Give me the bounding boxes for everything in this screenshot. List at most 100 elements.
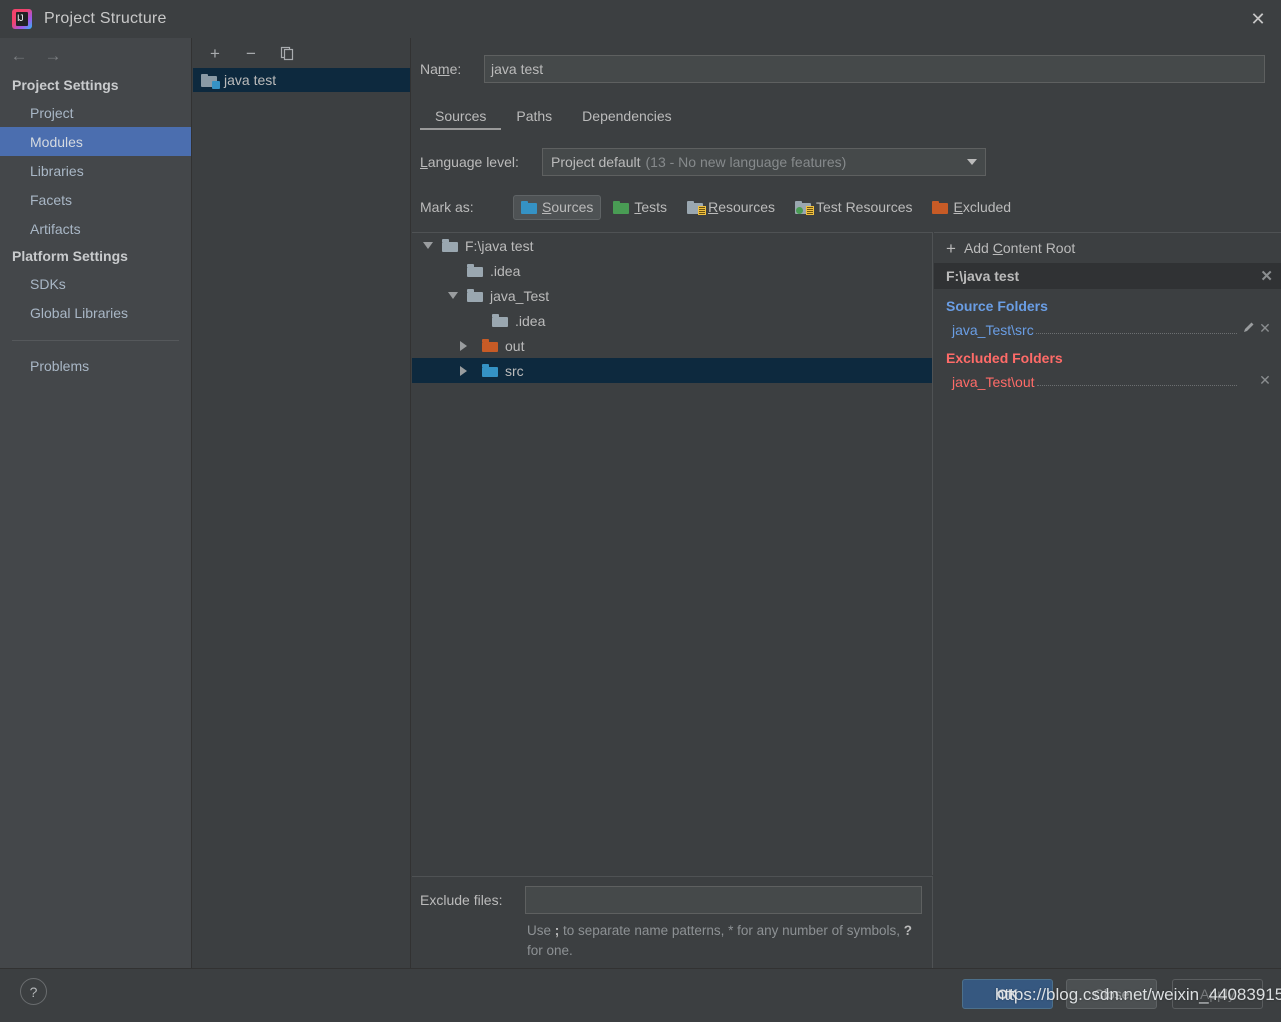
folder-resources-icon xyxy=(687,200,707,215)
plus-icon: + xyxy=(946,238,956,258)
tree-row-label: src xyxy=(505,362,524,379)
tab-dependencies[interactable]: Dependencies xyxy=(567,102,687,130)
folder-test-resources-icon xyxy=(795,200,814,215)
module-folder-icon xyxy=(201,73,220,89)
mark-as-tests-label: Tests xyxy=(634,199,668,215)
folder-tests-icon xyxy=(613,200,630,214)
pencil-icon[interactable] xyxy=(1241,321,1257,335)
sidebar-divider xyxy=(12,340,179,341)
module-name-label: Name: xyxy=(420,61,462,77)
close-icon[interactable]: ✕ xyxy=(1235,0,1281,38)
modules-list-panel: + − java test xyxy=(193,38,411,968)
module-name-row: Name: java test xyxy=(420,52,1265,86)
source-folders-title: Source Folders xyxy=(946,298,1048,314)
add-content-root-button[interactable]: + Add Content Root xyxy=(934,233,1281,263)
tree-row-label: out xyxy=(505,337,525,354)
folder-sources-icon xyxy=(521,200,537,214)
tree-row-label: .idea xyxy=(515,312,546,329)
content-root-tree[interactable]: F:\java test .idea java_Test .idea out s… xyxy=(412,232,933,875)
excluded-folder-path: java_Test\out xyxy=(952,374,1035,390)
mark-as-excluded-label: Excluded xyxy=(953,199,1012,215)
tree-row[interactable]: java_Test xyxy=(412,283,932,308)
mark-as-resources-button[interactable]: Resources xyxy=(679,195,783,220)
intellij-idea-icon: IJ xyxy=(12,9,32,29)
back-arrow-icon[interactable]: ← xyxy=(10,47,28,64)
modules-toolbar: + − xyxy=(193,38,410,68)
mark-as-excluded-button[interactable]: Excluded xyxy=(924,195,1019,220)
exclude-files-row: Exclude files: xyxy=(412,877,932,914)
folder-icon xyxy=(467,264,483,277)
copy-module-button[interactable] xyxy=(277,43,297,63)
language-level-select[interactable]: Project default (13 - No new language fe… xyxy=(542,148,986,176)
folder-excluded-icon xyxy=(932,200,949,214)
remove-content-root-icon[interactable]: ✕ xyxy=(1260,269,1273,284)
language-level-row: Language level: Project default (13 - No… xyxy=(420,148,1281,176)
folder-sources-icon xyxy=(482,364,498,377)
tree-row-label: .idea xyxy=(490,262,521,279)
chevron-down-icon[interactable] xyxy=(445,292,461,299)
sidebar-group-platform-settings: Platform Settings xyxy=(12,248,128,264)
list-item[interactable]: java test xyxy=(193,68,410,92)
settings-sidebar: ← → Project Settings Project Modules Lib… xyxy=(0,38,192,968)
mark-as-tests-button[interactable]: Tests xyxy=(605,195,675,220)
tab-sources[interactable]: Sources xyxy=(420,102,502,130)
sidebar-item-problems[interactable]: Problems xyxy=(0,351,191,380)
sidebar-item-sdks[interactable]: SDKs xyxy=(0,269,191,298)
sidebar-group-project-settings: Project Settings xyxy=(12,77,119,93)
remove-module-button[interactable]: − xyxy=(241,43,261,63)
sidebar-item-project[interactable]: Project xyxy=(0,98,191,127)
exclude-files-label: Exclude files: xyxy=(420,892,503,908)
tree-row-label: F:\java test xyxy=(465,237,534,254)
tree-row[interactable]: src xyxy=(412,358,932,383)
folder-icon xyxy=(442,239,458,252)
sidebar-item-facets[interactable]: Facets xyxy=(0,185,191,214)
mark-as-toolbar: Mark as: Sources Tests Resources Test Re… xyxy=(420,194,1281,220)
chevron-down-icon[interactable] xyxy=(420,242,436,249)
source-folder-path: java_Test\src xyxy=(952,322,1034,338)
mark-as-resources-label: Resources xyxy=(708,199,775,215)
content-root-header: F:\java test ✕ xyxy=(934,263,1281,289)
chevron-right-icon[interactable] xyxy=(455,340,471,351)
sidebar-item-modules[interactable]: Modules xyxy=(0,127,191,156)
remove-source-folder-icon[interactable]: ✕ xyxy=(1257,321,1273,335)
exclude-files-input[interactable] xyxy=(525,886,922,914)
tree-row[interactable]: F:\java test xyxy=(412,233,932,258)
sidebar-nav: ← → xyxy=(0,38,191,72)
chevron-right-icon[interactable] xyxy=(455,365,471,376)
mark-as-test-resources-label: Test Resources xyxy=(816,199,913,215)
tree-row[interactable]: .idea xyxy=(412,258,932,283)
list-item-label: java test xyxy=(224,72,277,88)
exclude-files-panel: Exclude files: Use ; to separate name pa… xyxy=(412,876,933,968)
content-roots-panel: + Add Content Root F:\java test ✕ Source… xyxy=(934,232,1281,968)
dotted-filler xyxy=(1035,333,1237,334)
help-button[interactable]: ? xyxy=(20,978,47,1005)
title-bar: IJ Project Structure ✕ xyxy=(0,0,1281,38)
mark-as-test-resources-button[interactable]: Test Resources xyxy=(787,195,920,220)
excluded-folder-row[interactable]: java_Test\out ✕ xyxy=(934,369,1281,393)
remove-excluded-folder-icon[interactable]: ✕ xyxy=(1257,373,1273,387)
add-content-root-label: Add Content Root xyxy=(963,240,1076,256)
source-folder-row[interactable]: java_Test\src ✕ xyxy=(934,317,1281,341)
folder-icon xyxy=(492,314,508,327)
tree-row[interactable]: .idea xyxy=(412,308,932,333)
excluded-folders-title: Excluded Folders xyxy=(946,350,1063,366)
mark-as-label: Mark as: xyxy=(420,199,474,215)
sidebar-item-global-libraries[interactable]: Global Libraries xyxy=(0,298,191,327)
tree-row[interactable]: out xyxy=(412,333,932,358)
chevron-down-icon xyxy=(967,159,977,165)
add-module-button[interactable]: + xyxy=(205,43,225,63)
dotted-filler xyxy=(1036,385,1237,386)
language-level-label: Language level: xyxy=(420,154,519,170)
mark-as-sources-button[interactable]: Sources xyxy=(513,194,602,220)
folder-icon xyxy=(467,289,483,302)
sidebar-item-libraries[interactable]: Libraries xyxy=(0,156,191,185)
window-title: Project Structure xyxy=(44,10,167,27)
details-tabs: Sources Paths Dependencies xyxy=(420,100,1281,130)
language-level-detail: (13 - No new language features) xyxy=(645,154,847,170)
language-level-value: Project default xyxy=(551,154,641,170)
sidebar-item-artifacts[interactable]: Artifacts xyxy=(0,214,191,243)
forward-arrow-icon[interactable]: → xyxy=(44,47,62,64)
module-name-input[interactable]: java test xyxy=(484,55,1265,83)
content-root-path: F:\java test xyxy=(946,268,1020,284)
tab-paths[interactable]: Paths xyxy=(501,102,567,130)
